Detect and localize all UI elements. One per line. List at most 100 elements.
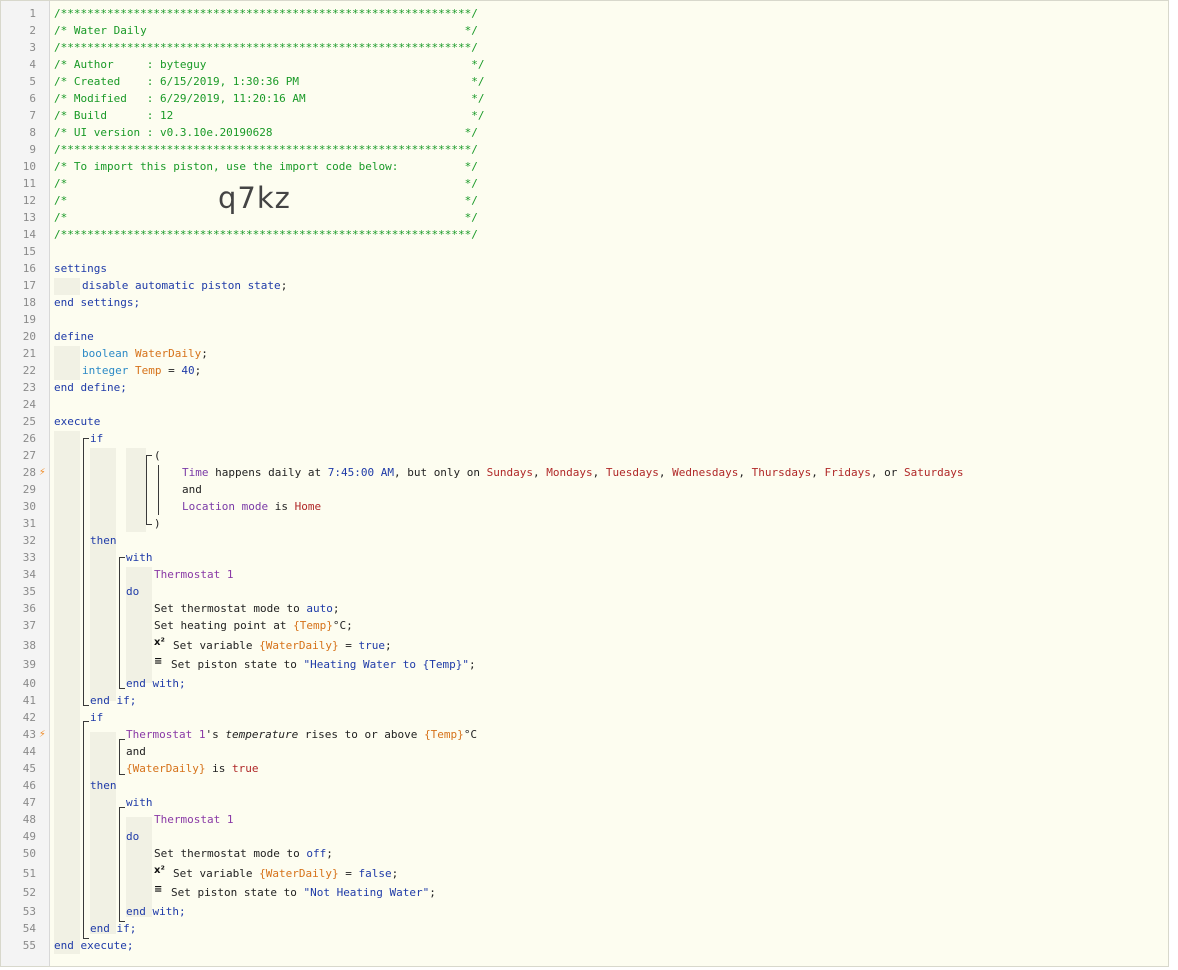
temp-ref: {Temp} <box>424 728 464 741</box>
code-text: Time happens daily at 7:45:00 AM, but on… <box>182 464 964 481</box>
code-line: 3 /**************************************… <box>1 39 1168 56</box>
code-text: disable automatic piston state; <box>82 277 287 294</box>
line-number: 15 <box>22 245 36 258</box>
list-or: , or <box>870 466 904 479</box>
code-line: 40 end with; <box>1 675 1168 692</box>
value-false: false <box>358 867 392 880</box>
equals: = <box>161 364 182 377</box>
code-line: 46 then <box>1 777 1168 794</box>
code-line: 5 /* Created : 6/15/2019, 1:30:36 PM */ <box>1 73 1168 90</box>
code-line: 38 Set variable {WaterDaily} = true; x² <box>1 637 1168 654</box>
mode-auto: auto <box>306 602 333 615</box>
list-comma: , <box>811 466 825 479</box>
header-import-hint: /* To import this piston, use the import… <box>54 160 478 173</box>
code-line: 45 {WaterDaily} is true <box>1 760 1168 777</box>
code-line: 50 Set thermostat mode to off; <box>1 845 1168 862</box>
if-keyword: if <box>90 432 104 445</box>
code-text: integer Temp = 40; <box>82 362 201 379</box>
list-comma: , <box>592 466 606 479</box>
code-text: define <box>54 328 94 345</box>
day-saturdays: Saturdays <box>903 466 964 479</box>
code-line: 20 define <box>1 328 1168 345</box>
line-number: 37 <box>22 619 36 632</box>
line-number: 28 <box>22 466 36 479</box>
code-line: 53 end with; <box>1 903 1168 920</box>
line-number: 17 <box>22 279 36 292</box>
then-keyword: then <box>90 534 117 547</box>
piston-state-icon: ≡ <box>154 884 163 895</box>
code-line: 4 /* Author : byteguy */ <box>1 56 1168 73</box>
settings-keyword: settings <box>54 262 107 275</box>
code-line: 34 Thermostat 1 <box>1 566 1168 583</box>
equals: = <box>338 639 359 652</box>
code-text: ( <box>154 447 161 464</box>
header-border: /***************************************… <box>54 7 478 20</box>
code-line: 17 disable automatic piston state; <box>1 277 1168 294</box>
piston-code-editor: 1 /**************************************… <box>0 0 1169 967</box>
variable-temp: Temp <box>134 364 162 377</box>
header-title: /* Water Daily */ <box>54 24 478 37</box>
value-true: true <box>231 762 259 775</box>
code-line: 30 Location mode is Home <box>1 498 1168 515</box>
header-build: /* Build : 12 */ <box>54 109 485 122</box>
temp-value: 40 <box>181 364 195 377</box>
line-number: 47 <box>22 796 36 809</box>
line-number: 48 <box>22 813 36 826</box>
code-line: 6 /* Modified : 6/29/2019, 11:20:16 AM */ <box>1 90 1168 107</box>
and-operator: and <box>126 745 146 758</box>
action-set-variable: Set variable <box>173 867 260 880</box>
integer-type: integer <box>82 364 129 377</box>
line-number: 42 <box>22 711 36 724</box>
code-text: if <box>90 709 103 726</box>
code-text: then <box>90 532 117 549</box>
code-line: 28 ⚡ Time happens daily at 7:45:00 AM, but… <box>1 464 1168 481</box>
do-keyword: do <box>126 585 140 598</box>
code-line: 7 /* Build : 12 */ <box>1 107 1168 124</box>
end-if-keyword: end if; <box>90 694 137 707</box>
line-number: 22 <box>22 364 36 377</box>
code-line: 16 settings <box>1 260 1168 277</box>
code-line: 36 Set thermostat mode to auto; <box>1 600 1168 617</box>
header-modified: /* Modified : 6/29/2019, 11:20:16 AM */ <box>54 92 485 105</box>
semicolon: ; <box>391 867 399 880</box>
disable-setting: disable automatic piston state <box>82 279 281 292</box>
line-number: 18 <box>22 296 36 309</box>
code-text: Set piston state to "Heating Water to {T… <box>171 656 476 673</box>
variable-waterdaily: WaterDaily <box>134 347 202 360</box>
code-text: end if; <box>90 920 136 937</box>
variable-icon: x² <box>154 865 165 876</box>
line-number: 39 <box>22 658 36 671</box>
code-line: 24 <box>1 396 1168 413</box>
code-text: end with; <box>126 675 186 692</box>
code-line: 33 with <box>1 549 1168 566</box>
end-if-keyword: end if; <box>90 922 137 935</box>
mode-off: off <box>306 847 327 860</box>
day-wednesdays: Wednesdays <box>672 466 739 479</box>
code-text: and <box>126 743 146 760</box>
code-text: /***************************************… <box>54 39 478 56</box>
close-paren: ) <box>154 517 161 530</box>
piston-state-icon: ≡ <box>154 656 163 667</box>
code-line: 23 end define; <box>1 379 1168 396</box>
line-number: 43 <box>22 728 36 741</box>
trigger-bolt-icon: ⚡ <box>39 727 46 740</box>
code-text: Set variable {WaterDaily} = false; <box>173 865 398 882</box>
semicolon: ; <box>346 619 353 632</box>
line-number: 25 <box>22 415 36 428</box>
code-text: Set variable {WaterDaily} = true; <box>173 637 392 654</box>
line-number: 13 <box>22 211 36 224</box>
code-line: 51 Set variable {WaterDaily} = false; x² <box>1 865 1168 882</box>
code-text: if <box>90 430 103 447</box>
code-line: 43 ⚡ Thermostat 1's temperature rises to o… <box>1 726 1168 743</box>
line-number: 32 <box>22 534 36 547</box>
line-number: 23 <box>22 381 36 394</box>
semicolon: ; <box>280 279 288 292</box>
happens-operator: happens daily at <box>208 466 328 479</box>
code-line: 49 do <box>1 828 1168 845</box>
code-line: 18 end settings; <box>1 294 1168 311</box>
semicolon: ; <box>332 602 340 615</box>
line-number: 8 <box>29 126 36 139</box>
line-number: 14 <box>22 228 36 241</box>
code-line: 27 ( <box>1 447 1168 464</box>
line-number: 29 <box>22 483 36 496</box>
